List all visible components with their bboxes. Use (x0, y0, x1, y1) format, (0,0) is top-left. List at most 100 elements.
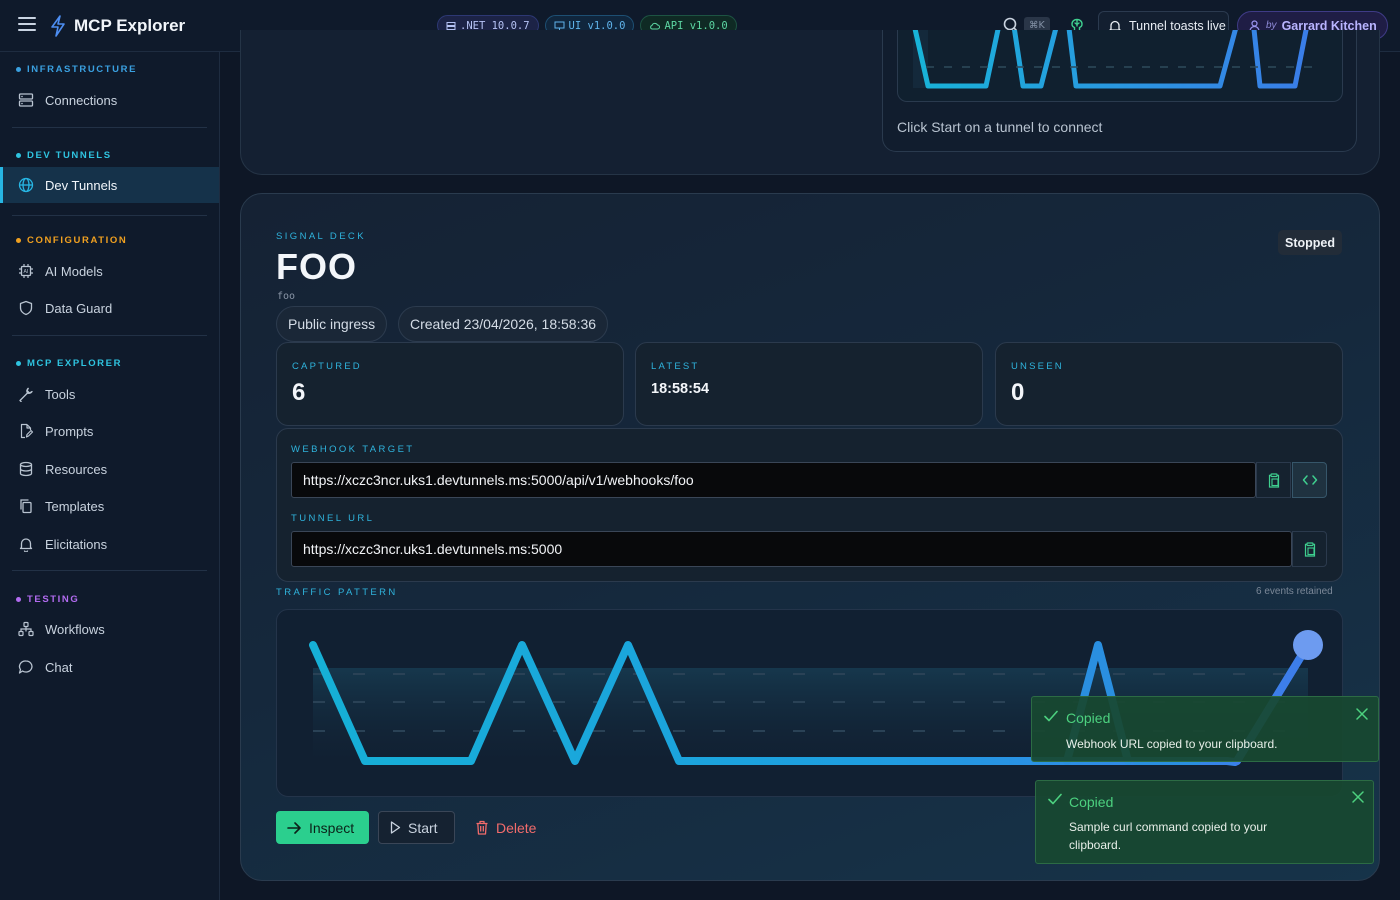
sidebar-item-workflows[interactable]: Workflows (0, 611, 219, 647)
stat-captured: CAPTURED 6 (276, 342, 624, 426)
globe-icon (18, 177, 34, 193)
deck-subtitle: foo (277, 291, 296, 302)
sidebar-item-label: Connections (45, 92, 118, 108)
app-title: MCP Explorer (74, 16, 186, 35)
sidebar: INFRASTRUCTURE Connections DEV TUNNELS D… (0, 52, 220, 900)
section-mcp-explorer: MCP EXPLORER (16, 358, 122, 369)
sidebar-item-tools[interactable]: Tools (0, 376, 219, 412)
trash-icon (476, 820, 488, 835)
sidebar-item-elicitations[interactable]: Elicitations (0, 526, 219, 562)
sidebar-item-dev-tunnels[interactable]: Dev Tunnels (0, 167, 219, 203)
close-icon[interactable] (1352, 791, 1364, 803)
section-title: TESTING (27, 594, 80, 605)
section-dev-tunnels: DEV TUNNELS (16, 150, 112, 161)
copy-webhook-button[interactable] (1256, 462, 1291, 498)
webhook-url-field[interactable]: https://xczc3ncr.uks1.devtunnels.ms:5000… (291, 462, 1256, 498)
start-label: Start (408, 819, 438, 836)
divider (12, 570, 207, 571)
sidebar-item-chat[interactable]: Chat (0, 649, 219, 685)
section-infrastructure: INFRASTRUCTURE (16, 64, 137, 75)
section-dot (16, 238, 21, 243)
start-button[interactable]: Start (378, 811, 455, 844)
cloud-icon (650, 22, 661, 29)
tunnel-url-field[interactable]: https://xczc3ncr.uks1.devtunnels.ms:5000 (291, 531, 1292, 567)
wrench-icon (19, 387, 33, 402)
delete-label: Delete (496, 819, 537, 836)
deck-eyebrow: SIGNAL DECK (276, 231, 366, 242)
sidebar-item-ai-models[interactable]: AI AI Models (0, 253, 219, 289)
section-title: CONFIGURATION (27, 235, 128, 246)
code-icon (1302, 475, 1317, 485)
stat-value: 0 (1011, 379, 1025, 406)
stat-latest: LATEST 18:58:54 (635, 342, 983, 426)
sidebar-item-label: Elicitations (45, 536, 108, 552)
monitor-icon (554, 21, 565, 31)
toast-title: Copied (1066, 710, 1111, 726)
sidebar-item-data-guard[interactable]: Data Guard (0, 290, 219, 326)
file-edit-icon (20, 423, 34, 439)
toast-message: Webhook URL copied to your clipboard. (1066, 737, 1278, 751)
sidebar-item-resources[interactable]: Resources (0, 451, 219, 487)
sidebar-item-label: Chat (45, 659, 73, 675)
chip-icon: AI (19, 264, 33, 278)
section-title: MCP EXPLORER (27, 358, 123, 369)
shield-icon (19, 300, 33, 316)
copy-tunnel-url-button[interactable] (1292, 531, 1327, 567)
section-dot (16, 67, 21, 72)
sidebar-item-label: AI Models (45, 263, 103, 279)
copy-icon (20, 499, 32, 514)
svg-text:AI: AI (24, 269, 29, 275)
previous-traffic-sparkline (897, 30, 1343, 102)
play-icon (390, 821, 401, 834)
sidebar-item-label: Workflows (45, 621, 105, 637)
bell-icon (19, 538, 33, 552)
close-icon[interactable] (1356, 708, 1368, 720)
traffic-label: TRAFFIC PATTERN (276, 587, 398, 598)
traffic-meta: 6 events retained (1256, 586, 1333, 597)
stat-unseen: UNSEEN 0 (995, 342, 1343, 426)
section-dot (16, 361, 21, 366)
sidebar-item-prompts[interactable]: Prompts (0, 413, 219, 449)
sparkline-chart (912, 30, 1318, 89)
divider (12, 335, 207, 336)
check-icon (1048, 793, 1062, 805)
sidebar-item-connections[interactable]: Connections (0, 82, 219, 118)
clipboard-icon (1304, 541, 1315, 557)
section-configuration: CONFIGURATION (16, 235, 127, 246)
section-title: DEV TUNNELS (27, 150, 112, 161)
sidebar-item-label: Resources (45, 461, 108, 477)
created-pill: Created 23/04/2026, 18:58:36 (398, 306, 609, 342)
server-icon (446, 21, 456, 30)
sidebar-item-label: Dev Tunnels (45, 177, 118, 193)
sidebar-item-label: Prompts (45, 423, 94, 439)
clipboard-icon (1268, 472, 1279, 488)
menu-icon[interactable] (18, 17, 36, 35)
sidebar-item-label: Templates (45, 498, 105, 514)
stat-label: UNSEEN (1011, 361, 1064, 372)
arrow-right-icon (287, 821, 301, 834)
divider (12, 127, 207, 128)
section-title: INFRASTRUCTURE (27, 64, 138, 75)
stat-label: CAPTURED (292, 361, 362, 372)
server-icon (18, 93, 34, 107)
copy-curl-button[interactable] (1292, 462, 1327, 498)
section-dot (16, 597, 21, 602)
database-icon (19, 461, 33, 477)
section-dot (16, 153, 21, 158)
stat-label: LATEST (651, 361, 700, 372)
chat-icon (18, 660, 33, 674)
toast-curl-copied: Copied Sample curl command copied to you… (1035, 780, 1374, 864)
toast-title: Copied (1069, 794, 1114, 810)
tunnel-hint: Click Start on a tunnel to connect (897, 119, 1103, 135)
toast-webhook-copied: Copied Webhook URL copied to your clipbo… (1031, 696, 1379, 762)
inspect-button[interactable]: Inspect (276, 811, 369, 844)
check-icon (1044, 710, 1058, 722)
section-testing: TESTING (16, 594, 79, 605)
sidebar-item-label: Data Guard (45, 300, 113, 316)
status-badge: Stopped (1278, 230, 1342, 255)
delete-button[interactable]: Delete (473, 811, 536, 844)
stat-value: 18:58:54 (651, 381, 710, 397)
sidebar-item-templates[interactable]: Templates (0, 488, 219, 524)
sidebar-item-label: Tools (45, 386, 76, 402)
inspect-label: Inspect (309, 819, 355, 836)
